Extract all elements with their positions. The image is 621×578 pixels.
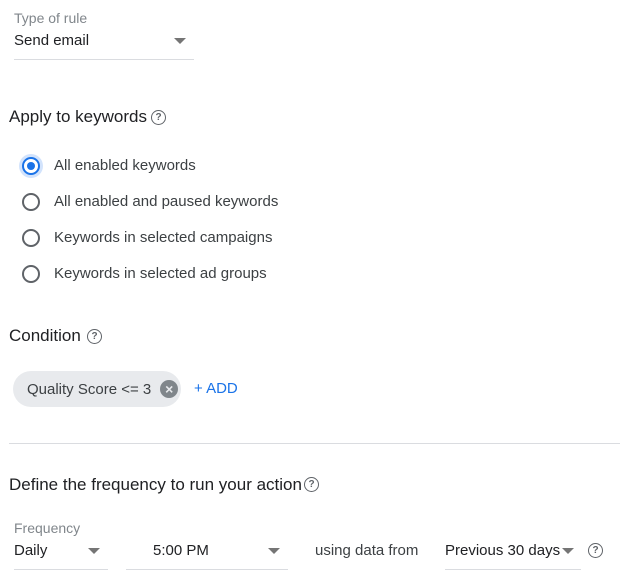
radio-selected-ad-groups[interactable]: Keywords in selected ad groups	[20, 263, 320, 287]
radio-unselected-icon[interactable]	[22, 265, 40, 283]
rule-type-select[interactable]: Send email	[14, 28, 194, 60]
remove-chip-icon[interactable]: ×	[160, 380, 179, 398]
frequency-select[interactable]: Daily	[14, 538, 108, 570]
time-underline	[126, 569, 288, 570]
date-range-value: Previous 30 days	[445, 542, 561, 559]
rule-type-underline	[14, 59, 194, 60]
condition-chip-label: Quality Score <= 3	[27, 380, 152, 398]
using-data-text: using data from	[315, 542, 419, 559]
apply-keywords-title: Apply to keywords	[9, 107, 147, 126]
dropdown-caret-icon	[562, 548, 574, 554]
radio-unselected-icon[interactable]	[22, 229, 40, 247]
frequency-label: Frequency	[14, 520, 81, 536]
condition-title: Condition	[9, 326, 81, 345]
radio-label: Keywords in selected campaigns	[54, 229, 273, 246]
radio-enabled-paused[interactable]: All enabled and paused keywords	[20, 191, 320, 215]
time-select[interactable]: 5:00 PM	[126, 538, 288, 570]
add-condition-link[interactable]: + ADD	[194, 380, 238, 397]
date-range-underline	[445, 569, 581, 570]
dropdown-caret-icon	[268, 548, 280, 554]
radio-label: Keywords in selected ad groups	[54, 265, 267, 282]
frequency-underline	[14, 569, 108, 570]
frequency-value: Daily	[14, 542, 48, 559]
help-circle-icon[interactable]: ?	[87, 329, 102, 344]
radio-selected-icon[interactable]	[22, 157, 40, 175]
help-circle-icon[interactable]: ?	[588, 543, 603, 558]
dropdown-caret-icon	[88, 548, 100, 554]
date-range-select[interactable]: Previous 30 days	[445, 538, 581, 570]
radio-unselected-icon[interactable]	[22, 193, 40, 211]
section-divider	[9, 443, 620, 444]
frequency-title: Define the frequency to run your action	[9, 475, 302, 494]
radio-label: All enabled and paused keywords	[54, 193, 279, 210]
time-value: 5:00 PM	[153, 542, 209, 559]
rule-type-value: Send email	[14, 32, 90, 49]
help-circle-icon[interactable]: ?	[151, 110, 166, 125]
radio-selected-campaigns[interactable]: Keywords in selected campaigns	[20, 227, 320, 251]
help-circle-icon[interactable]: ?	[304, 477, 319, 492]
radio-all-enabled[interactable]: All enabled keywords	[20, 155, 320, 179]
rule-type-label: Type of rule	[14, 10, 88, 26]
condition-chip[interactable]: Quality Score <= 3 ×	[13, 371, 181, 407]
dropdown-caret-icon	[174, 38, 186, 44]
radio-label: All enabled keywords	[54, 157, 196, 174]
